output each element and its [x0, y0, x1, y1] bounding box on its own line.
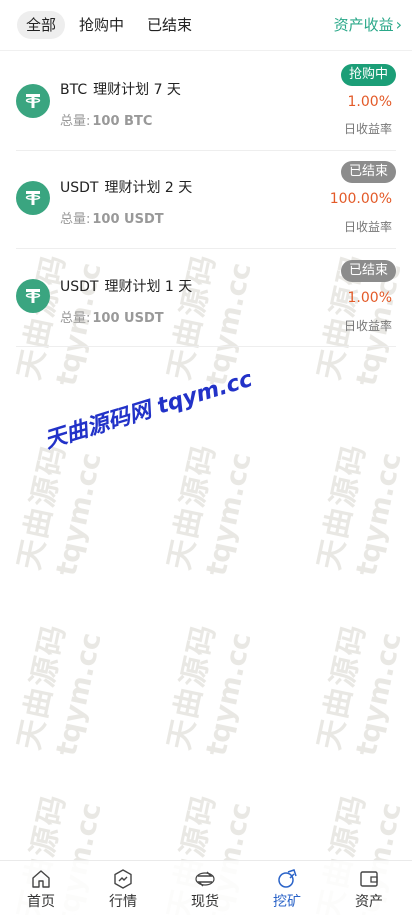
mining-icon: [278, 869, 297, 888]
nav-label: 首页: [27, 894, 55, 910]
plan-name: 理财计划 1 天: [104, 279, 193, 295]
tether-icon: [16, 279, 50, 313]
asset-earnings-link[interactable]: 资产收益 ›: [334, 11, 402, 39]
filter-tab-bar: 全部 抢购中 已结束 资产收益 ›: [0, 0, 412, 51]
plan-total: 总量: 100 BTC: [60, 110, 152, 129]
plan-item[interactable]: BTC 理财计划 7 天 总量: 100 BTC 抢购中 1.00% 日收益率: [16, 52, 396, 151]
tether-icon: [16, 181, 50, 215]
daily-rate-label: 日收益率: [343, 122, 392, 136]
nav-market[interactable]: 行情: [82, 861, 164, 915]
plan-title: USDT 理财计划 2 天: [60, 177, 192, 197]
status-badge: 已结束: [340, 161, 396, 183]
plan-total-value: 100 USDT: [92, 212, 164, 227]
plan-coin: USDT: [60, 180, 99, 196]
daily-rate: 1.00%: [347, 94, 392, 110]
daily-rate: 1.00%: [347, 290, 392, 306]
watermark-tile: 天曲源码 tqym.cc: [311, 440, 408, 579]
nav-label: 行情: [109, 894, 137, 910]
watermark-tile: 天曲源码 tqym.cc: [161, 620, 258, 759]
watermark-tile: 天曲源码 tqym.cc: [11, 620, 108, 759]
plan-total-value: 100 USDT: [92, 311, 164, 326]
watermark-main: 天曲源码网 tqym.cc: [41, 366, 256, 454]
daily-rate-label: 日收益率: [343, 319, 392, 333]
plan-item[interactable]: USDT 理财计划 2 天 总量: 100 USDT 已结束 100.00% 日收益…: [16, 150, 396, 249]
plan-total: 总量: 100 USDT: [60, 307, 164, 326]
plan-total-label: 总量:: [60, 311, 91, 326]
tab-in-progress[interactable]: 抢购中: [70, 11, 133, 39]
watermark-tile: 天曲源码 tqym.cc: [311, 620, 408, 759]
bottom-nav: 首页 行情 现货 挖矿 资产: [0, 860, 412, 915]
tether-icon: [16, 84, 50, 118]
plan-name: 理财计划 7 天: [93, 82, 181, 98]
watermark-tile: 天曲源码 tqym.cc: [11, 440, 108, 579]
home-icon: [32, 870, 50, 888]
tab-ended[interactable]: 已结束: [138, 11, 201, 39]
plan-name: 理财计划 2 天: [104, 180, 193, 196]
market-icon: [114, 869, 132, 889]
plan-title: USDT 理财计划 1 天: [60, 276, 192, 296]
nav-mining[interactable]: 挖矿: [246, 861, 328, 915]
plan-total: 总量: 100 USDT: [60, 208, 164, 227]
wallet-icon: [360, 871, 378, 887]
plan-title: BTC 理财计划 7 天: [60, 79, 181, 99]
plan-total-label: 总量:: [60, 212, 91, 227]
status-badge: 已结束: [340, 260, 396, 282]
watermark-tile: 天曲源码 tqym.cc: [161, 440, 258, 579]
nav-label: 现货: [191, 894, 219, 910]
daily-rate: 100.00%: [329, 191, 392, 207]
plan-total-label: 总量:: [60, 114, 91, 129]
plan-coin: BTC: [60, 82, 88, 98]
exchange-icon: [195, 871, 215, 887]
chevron-right-icon: ›: [395, 15, 402, 34]
nav-label: 挖矿: [273, 894, 301, 910]
status-badge: 抢购中: [340, 64, 396, 86]
plan-item[interactable]: USDT 理财计划 1 天 总量: 100 USDT 已结束 1.00% 日收益率: [16, 248, 396, 347]
nav-assets[interactable]: 资产: [328, 861, 410, 915]
tab-all[interactable]: 全部: [17, 11, 66, 39]
plan-coin: USDT: [60, 279, 99, 295]
nav-spot[interactable]: 现货: [164, 861, 246, 915]
plan-total-value: 100 BTC: [92, 114, 153, 129]
asset-earnings-label: 资产收益: [333, 16, 394, 34]
nav-label: 资产: [355, 894, 383, 910]
daily-rate-label: 日收益率: [343, 220, 392, 234]
nav-home[interactable]: 首页: [0, 861, 82, 915]
